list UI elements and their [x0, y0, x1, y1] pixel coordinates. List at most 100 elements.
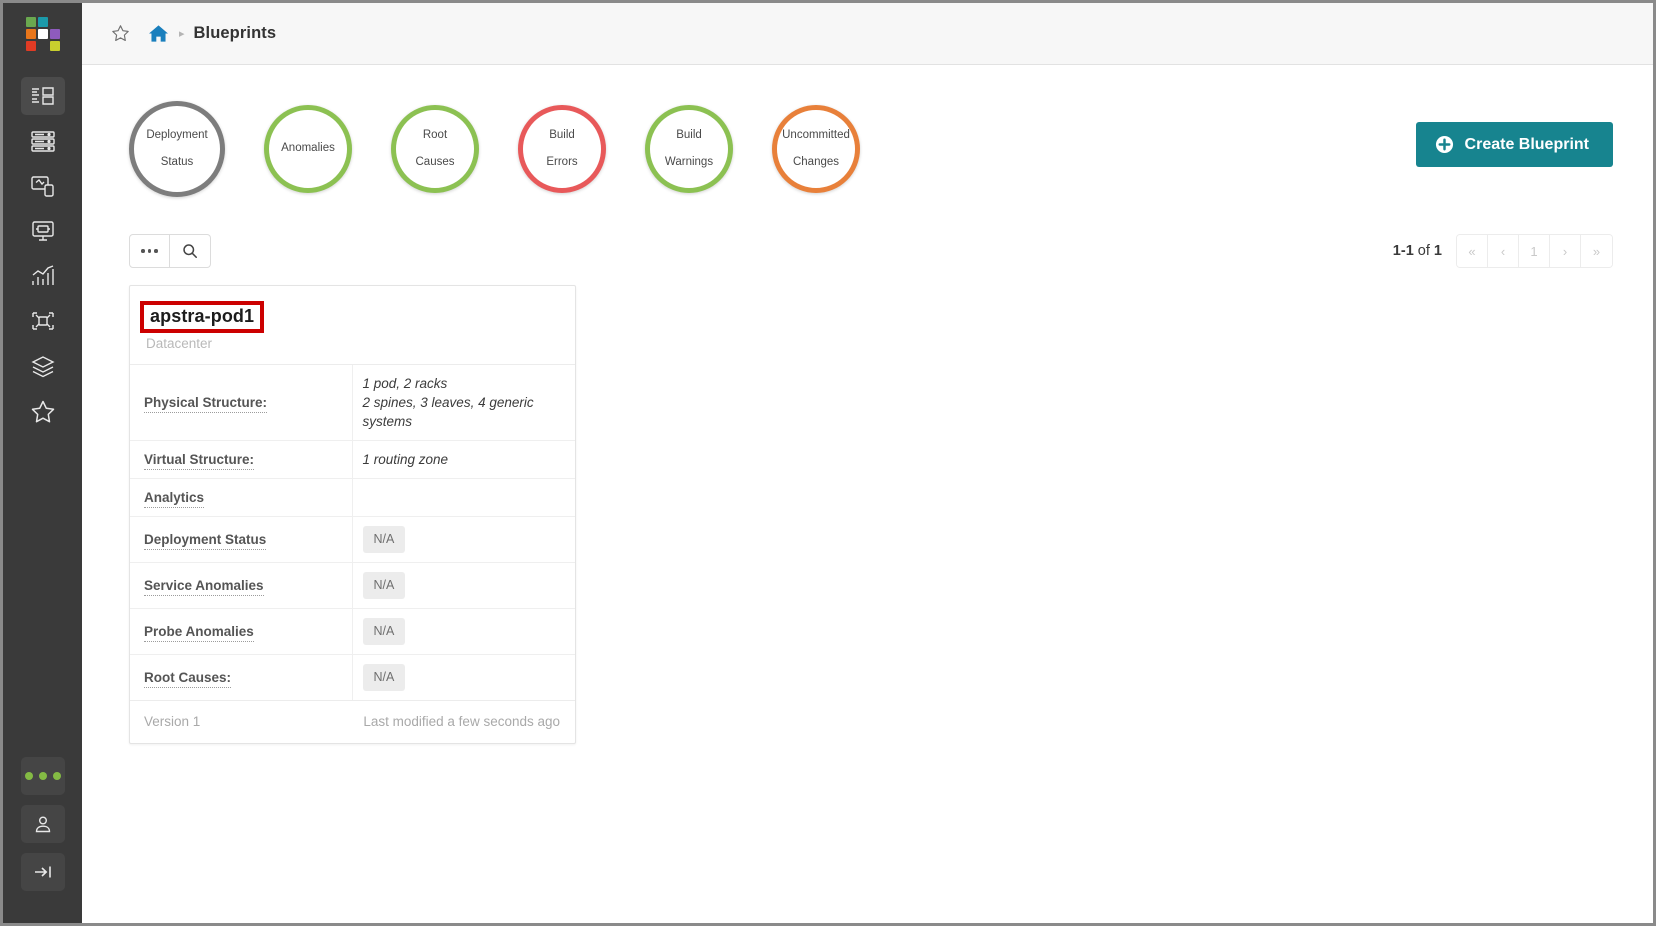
kpi-label-line1: Root [412, 129, 459, 143]
table-row: Analytics [130, 479, 575, 517]
sidebar-item-platform[interactable] [21, 347, 65, 385]
kpi-label-line1: Deployment [142, 129, 211, 143]
value-line-1: 1 pod, 2 racks [363, 374, 566, 393]
analytics-chart-icon [30, 264, 56, 288]
kpi-label-line1: Build [542, 129, 581, 143]
breadcrumb-separator: ▸ [179, 27, 185, 40]
three-dots-icon [25, 772, 61, 780]
pagination-range: 1-1 [1393, 243, 1414, 259]
kpi-anomalies[interactable]: Anomalies [264, 105, 352, 193]
label-text[interactable]: Virtual Structure: [144, 452, 254, 470]
devices-rack-icon [30, 129, 56, 153]
status-badge: N/A [363, 618, 406, 645]
pagination-last-button[interactable]: » [1581, 235, 1612, 267]
favorite-star-icon[interactable] [111, 24, 130, 43]
sidebar-item-design[interactable] [21, 167, 65, 205]
label-text[interactable]: Physical Structure: [144, 395, 267, 413]
row-label-deployment-status: Deployment Status [130, 517, 352, 563]
blueprint-card-header: apstra-pod1 Datacenter [130, 286, 575, 365]
sidebar-expand-toggle[interactable] [21, 853, 65, 891]
kpi-build-errors[interactable]: Build Errors [518, 105, 606, 193]
blueprint-card[interactable]: apstra-pod1 Datacenter Physical Structur… [129, 285, 576, 744]
resources-monitor-icon [30, 219, 56, 243]
label-text[interactable]: Service Anomalies [144, 578, 264, 596]
sidebar-item-resources[interactable] [21, 212, 65, 250]
pagination-buttons: « ‹ 1 › » [1456, 234, 1613, 268]
sidebar-item-analytics[interactable] [21, 257, 65, 295]
design-screen-icon [30, 174, 56, 198]
layers-icon [30, 354, 56, 378]
table-row: Physical Structure: 1 pod, 2 racks 2 spi… [130, 365, 575, 441]
blueprint-title-highlight: apstra-pod1 [140, 301, 264, 333]
table-row: Virtual Structure: 1 routing zone [130, 441, 575, 479]
external-systems-icon [30, 309, 56, 333]
plus-circle-icon [1435, 135, 1454, 154]
toolbar-button-group [129, 234, 211, 268]
home-icon[interactable] [148, 24, 169, 43]
pagination-first-button[interactable]: « [1457, 235, 1488, 267]
kpi-deployment-status[interactable]: Deployment Status [129, 101, 225, 197]
user-icon [32, 813, 54, 835]
pagination-page-1-button[interactable]: 1 [1519, 235, 1550, 267]
kpi-circle-row: Deployment Status Anomalies Root Causes [129, 65, 1613, 197]
kpi-label-line2: Errors [542, 156, 581, 170]
pagination-next-button[interactable]: › [1550, 235, 1581, 267]
search-button[interactable] [170, 234, 211, 268]
pagination: 1-1 of 1 « ‹ 1 › » [1393, 234, 1613, 268]
label-text[interactable]: Deployment Status [144, 532, 266, 550]
kpi-uncommitted-changes[interactable]: Uncommitted Changes [772, 105, 860, 193]
create-blueprint-button[interactable]: Create Blueprint [1416, 122, 1613, 167]
kpi-build-warnings[interactable]: Build Warnings [645, 105, 733, 193]
row-label-physical-structure: Physical Structure: [130, 365, 352, 441]
blueprint-subtitle: Datacenter [146, 336, 557, 351]
blueprints-icon [30, 84, 56, 108]
sidebar-item-blueprints[interactable] [21, 77, 65, 115]
sidebar-bottom-group [3, 757, 82, 901]
row-value-deployment-status: N/A [352, 517, 575, 563]
star-icon [30, 399, 56, 424]
sidebar-status-indicator[interactable] [21, 757, 65, 795]
sidebar-item-devices[interactable] [21, 122, 65, 160]
row-value-analytics [352, 479, 575, 517]
kpi-label-line1: Anomalies [277, 142, 339, 156]
row-label-virtual-structure: Virtual Structure: [130, 441, 352, 479]
status-badge: N/A [363, 526, 406, 553]
blueprint-title[interactable]: apstra-pod1 [150, 306, 254, 327]
breadcrumb-bar: ▸ Blueprints [82, 3, 1653, 65]
row-label-service-anomalies: Service Anomalies [130, 563, 352, 609]
label-text[interactable]: Analytics [144, 490, 204, 508]
blueprint-details-table: Physical Structure: 1 pod, 2 racks 2 spi… [130, 365, 575, 700]
ellipsis-icon [141, 249, 158, 253]
row-value-probe-anomalies: N/A [352, 609, 575, 655]
row-value-virtual-structure: 1 routing zone [352, 441, 575, 479]
sidebar-user-account[interactable] [21, 805, 65, 843]
arrow-to-bar-icon [32, 862, 54, 882]
sidebar-item-external-systems[interactable] [21, 302, 65, 340]
search-icon [182, 243, 198, 259]
table-row: Service Anomalies N/A [130, 563, 575, 609]
content-area: Deployment Status Anomalies Root Causes [82, 65, 1653, 923]
pagination-count: 1-1 of 1 [1393, 243, 1442, 259]
pagination-prev-button[interactable]: ‹ [1488, 235, 1519, 267]
row-label-root-causes: Root Causes: [130, 655, 352, 701]
row-value-root-causes: N/A [352, 655, 575, 701]
kpi-root-causes[interactable]: Root Causes [391, 105, 479, 193]
create-blueprint-label: Create Blueprint [1465, 136, 1589, 154]
table-row: Probe Anomalies N/A [130, 609, 575, 655]
row-value-physical-structure: 1 pod, 2 racks 2 spines, 3 leaves, 4 gen… [352, 365, 575, 441]
kpi-label-line1: Uncommitted [778, 129, 854, 143]
row-value-service-anomalies: N/A [352, 563, 575, 609]
value-line-1: 1 routing zone [363, 450, 566, 469]
sidebar-item-favorites[interactable] [21, 392, 65, 430]
left-sidebar [3, 3, 82, 923]
kpi-label-line2: Warnings [661, 156, 717, 170]
kpi-label-line2: Status [142, 156, 211, 170]
more-actions-button[interactable] [129, 234, 170, 268]
row-label-probe-anomalies: Probe Anomalies [130, 609, 352, 655]
value-line-2: 2 spines, 3 leaves, 4 generic systems [363, 393, 566, 431]
app-logo[interactable] [26, 17, 60, 51]
status-badge: N/A [363, 572, 406, 599]
table-row: Deployment Status N/A [130, 517, 575, 563]
label-text[interactable]: Probe Anomalies [144, 624, 254, 642]
label-text[interactable]: Root Causes: [144, 670, 231, 688]
